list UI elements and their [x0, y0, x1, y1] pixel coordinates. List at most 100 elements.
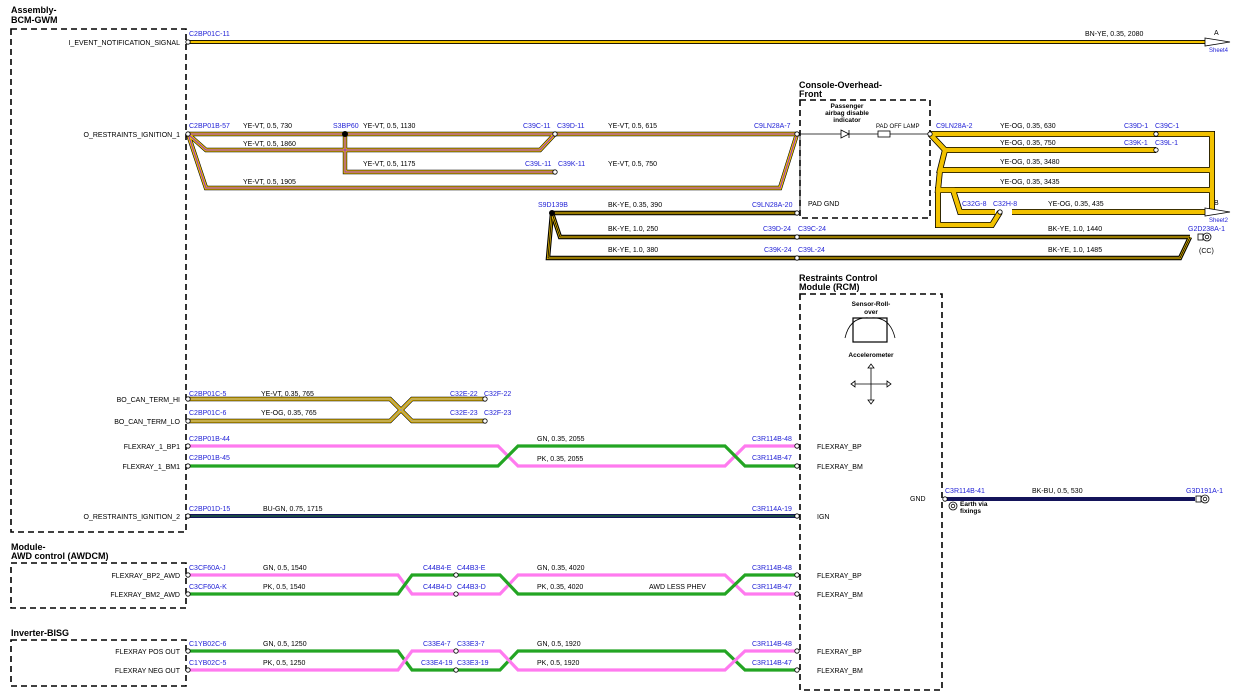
conn-c2bp01b-44[interactable]: C2BP01B-44	[189, 436, 230, 443]
label-gn-2055: GN, 0.35, 2055	[537, 436, 585, 443]
conn-c3r114b-41[interactable]: C3R114B-41	[945, 488, 985, 495]
conn-c39k-11[interactable]: C39K-11	[558, 161, 585, 168]
offsheet-sheet2[interactable]: Sheet2	[1209, 218, 1229, 224]
wire-layer	[185, 40, 1215, 672]
resistor-icon	[877, 130, 891, 138]
label-pk-1540: PK, 0.5, 1540	[263, 584, 306, 591]
offsheet-arrow-a[interactable]: A Sheet4	[1204, 30, 1231, 54]
pin-terminal	[185, 667, 191, 673]
wiring-diagram: Assembly- BCM-GWM Console-Overhead- Fron…	[10, 5, 1231, 691]
conn-c9ln28a-20[interactable]: C9LN28A-20	[752, 202, 793, 209]
label-bk-bu: BK-BU, 0.5, 530	[1032, 488, 1083, 495]
label-ye-og-3435: YE-OG, 0.35, 3435	[1000, 179, 1060, 186]
conn-c39d-1[interactable]: C39D-1	[1124, 123, 1148, 130]
conn-c33e3-7[interactable]: C33E3-7	[457, 641, 485, 648]
conn-c3r114a-19[interactable]: C3R114A-19	[752, 506, 792, 513]
offsheet-label-b: B	[1214, 200, 1219, 207]
conn-c44b3-d[interactable]: C44B3-D	[457, 584, 486, 591]
pin-terminal	[794, 255, 800, 261]
pin-flexray-pos-out: FLEXRAY POS OUT	[115, 649, 180, 656]
conn-c3r114b-48-1[interactable]: C3R114B-48	[752, 436, 792, 443]
pin-terminal	[482, 418, 488, 424]
conn-c2bp01c-11[interactable]: C2BP01C-11	[189, 31, 230, 38]
conn-c39d-11[interactable]: C39D-11	[557, 123, 585, 130]
pin-terminal	[185, 39, 191, 45]
rcm-title-2: Module (RCM)	[799, 282, 860, 292]
pin-terminal	[453, 667, 459, 673]
conn-c33e4-7[interactable]: C33E4-7	[423, 641, 451, 648]
conn-c3r114b-48-2[interactable]: C3R114B-48	[752, 565, 792, 572]
pin-can-term-hi: BO_CAN_TERM_HI	[117, 397, 180, 404]
label-ye-vt-1175: YE-VT, 0.5, 1175	[363, 161, 416, 168]
conn-c2bp01c-6[interactable]: C2BP01C-6	[189, 410, 226, 417]
conn-c32e-22[interactable]: C32E-22	[450, 391, 478, 398]
wire-flexray-bcm[interactable]	[188, 444, 797, 468]
inverter-title: Inverter-BISG	[11, 628, 69, 638]
conn-c32g-8[interactable]: C32G-8	[962, 201, 987, 208]
rcm-pin-bm-1: FLEXRAY_BM	[817, 464, 863, 471]
conn-c3r114b-47-1[interactable]: C3R114B-47	[752, 455, 792, 462]
label-pk-4020: PK, 0.35, 4020	[537, 584, 583, 591]
conn-c32f-22[interactable]: C32F-22	[484, 391, 511, 398]
conn-c9ln28a-7[interactable]: C9LN28A-7	[754, 123, 791, 130]
label-ye-vt-615: YE-VT, 0.5, 615	[608, 123, 657, 130]
pin-terminal	[794, 667, 800, 673]
conn-c2bp01b-57[interactable]: C2BP01B-57	[189, 123, 230, 130]
conn-c39l-1[interactable]: C39L-1	[1155, 140, 1178, 147]
conn-c39l-11[interactable]: C39L-11	[525, 161, 551, 168]
ground-g2d238a1[interactable]	[1197, 232, 1212, 242]
label-gn-1250: GN, 0.5, 1250	[263, 641, 307, 648]
conn-s3bp60[interactable]: S3BP60	[333, 123, 359, 130]
bcm-title-1: Assembly-	[11, 5, 57, 15]
indicator-label-1: Passenger	[831, 103, 864, 110]
splice-s9d139b[interactable]	[549, 210, 555, 216]
pin-terminal	[185, 591, 191, 597]
conn-c39c-1[interactable]: C39C-1	[1155, 123, 1179, 130]
conn-c33e4-19[interactable]: C33E4-19	[421, 660, 453, 667]
conn-c39l-24[interactable]: C39L-24	[798, 247, 825, 254]
awdcm-box	[10, 562, 187, 609]
conn-c3r114b-47-3[interactable]: C3R114B-47	[752, 660, 792, 667]
conn-c1yb02c-6[interactable]: C1YB02C-6	[189, 641, 226, 648]
conn-c39d-24[interactable]: C39D-24	[763, 226, 791, 233]
offsheet-sheet4[interactable]: Sheet4	[1209, 48, 1229, 54]
ground-g3d191a1[interactable]	[1195, 494, 1210, 504]
conn-c1yb02c-5[interactable]: C1YB02C-5	[189, 660, 226, 667]
conn-g2d238a-1[interactable]: G2D238A-1	[1188, 226, 1225, 233]
conn-c44b4-d[interactable]: C44B4-D	[423, 584, 452, 591]
conn-c44b3-e[interactable]: C44B3-E	[457, 565, 486, 572]
label-bk-ye-1440: BK-YE, 1.0, 1440	[1048, 226, 1102, 233]
label-bk-ye-390: BK-YE, 0.35, 390	[608, 202, 662, 209]
conn-c3cf60a-k[interactable]: C3CF60A-K	[189, 584, 227, 591]
conn-c39k-1[interactable]: C39K-1	[1124, 140, 1148, 147]
splice-s3bp60[interactable]	[342, 131, 348, 137]
conn-c32e-23[interactable]: C32E-23	[450, 410, 478, 417]
conn-c44b4-e[interactable]: C44B4-E	[423, 565, 452, 572]
label-gn-1920: GN, 0.5, 1920	[537, 641, 581, 648]
conn-c2bp01d-15[interactable]: C2BP01D-15	[189, 506, 230, 513]
conn-c2bp01c-5[interactable]: C2BP01C-5	[189, 391, 226, 398]
rcm-pin-bm-3: FLEXRAY_BM	[817, 668, 863, 675]
conn-c32h-8[interactable]: C32H-8	[993, 201, 1017, 208]
conn-c39k-24[interactable]: C39K-24	[764, 247, 792, 254]
wire-can-term[interactable]	[188, 396, 485, 424]
conn-g3d191a-1[interactable]: G3D191A-1	[1186, 488, 1223, 495]
pin-terminal	[794, 210, 800, 216]
label-pk-1250: PK, 0.5, 1250	[263, 660, 306, 667]
conn-s9d139b[interactable]: S9D139B	[538, 202, 568, 209]
bcm-title-2: BCM-GWM	[11, 15, 58, 25]
offsheet-arrow-b[interactable]: B Sheet2	[1204, 200, 1231, 224]
conn-c33e3-19[interactable]: C33E3-19	[457, 660, 489, 667]
pin-restraints-ign2: O_RESTRAINTS_IGNITION_2	[84, 514, 181, 521]
conn-c9ln28a-2[interactable]: C9LN28A-2	[936, 123, 973, 130]
conn-c2bp01b-45[interactable]: C2BP01B-45	[189, 455, 230, 462]
conn-c3r114b-48-3[interactable]: C3R114B-48	[752, 641, 792, 648]
conn-c32f-23[interactable]: C32F-23	[484, 410, 511, 417]
conn-c39c-11[interactable]: C39C-11	[523, 123, 551, 130]
pin-terminal	[794, 443, 800, 449]
conn-c3cf60a-j[interactable]: C3CF60A-J	[189, 565, 226, 572]
conn-c3r114b-47-2[interactable]: C3R114B-47	[752, 584, 792, 591]
conn-c39c-24[interactable]: C39C-24	[798, 226, 826, 233]
wire-ye-og[interactable]	[927, 131, 1215, 228]
pin-terminal	[185, 443, 191, 449]
